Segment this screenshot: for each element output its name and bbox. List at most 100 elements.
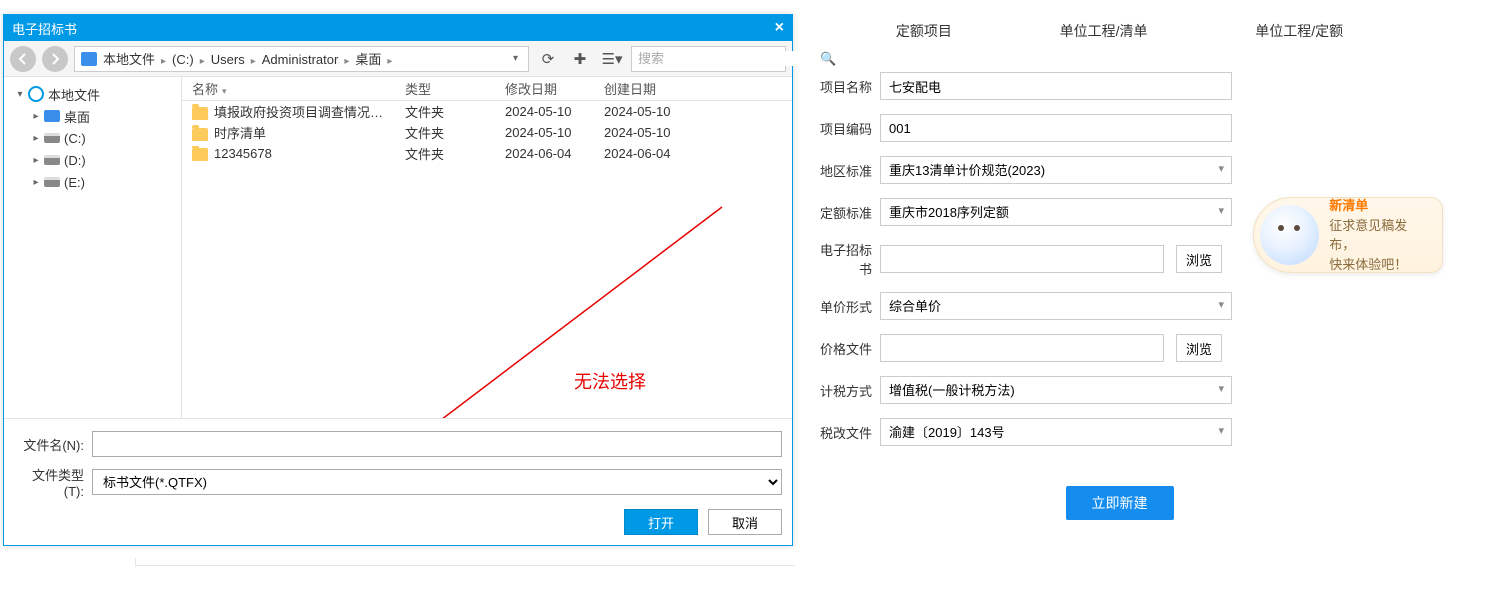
drive-icon bbox=[44, 155, 60, 165]
tree-twisty-icon: ▸ bbox=[30, 155, 42, 166]
filetype-select[interactable]: 标书文件(*.QTFX) bbox=[92, 469, 782, 495]
file-type: 文件夹 bbox=[395, 102, 495, 121]
ebid-input[interactable] bbox=[880, 245, 1164, 273]
tree-twisty-icon: ▸ bbox=[30, 133, 42, 144]
chevron-right-icon: ▸ bbox=[200, 56, 205, 67]
filename-label: 文件名(N): bbox=[14, 435, 92, 454]
refresh-button[interactable]: ⟳ bbox=[535, 46, 561, 72]
price-file-input[interactable] bbox=[880, 334, 1164, 362]
notification-title: 新清单 bbox=[1329, 196, 1432, 216]
arrow-right-icon bbox=[49, 53, 61, 65]
project-name-label: 项目名称 bbox=[812, 77, 880, 96]
notification-body-line1: 征求意见稿发布， bbox=[1329, 216, 1432, 255]
nav-back-button[interactable] bbox=[10, 46, 36, 72]
chevron-right-icon: ▸ bbox=[344, 56, 349, 67]
chevron-right-icon: ▸ bbox=[251, 56, 256, 67]
mascot-avatar-icon bbox=[1260, 205, 1319, 265]
monitor-icon bbox=[44, 110, 60, 122]
create-now-button[interactable]: 立即新建 bbox=[1066, 486, 1174, 520]
breadcrumb-dropdown-icon[interactable]: ▾ bbox=[509, 53, 522, 64]
form-area: 项目名称 项目编码 地区标准 重庆13清单计价规范(2023) 定额标准 重庆市… bbox=[802, 72, 1437, 520]
tree-twisty-icon: ▸ bbox=[30, 177, 42, 188]
price-file-label: 价格文件 bbox=[812, 339, 880, 358]
breadcrumb-segment[interactable]: Administrator bbox=[262, 52, 339, 67]
sort-indicator-icon: ▾ bbox=[222, 86, 227, 96]
file-modified: 2024-05-10 bbox=[495, 125, 594, 140]
notification-body-line2: 快来体验吧！ bbox=[1329, 255, 1432, 275]
price-file-browse-button[interactable]: 浏览 bbox=[1176, 334, 1222, 362]
col-header-created[interactable]: 创建日期 bbox=[594, 79, 694, 98]
list-item[interactable]: 12345678 文件夹 2024-06-04 2024-06-04 bbox=[182, 143, 792, 164]
tree-item[interactable]: ▸ (E:) bbox=[8, 171, 177, 193]
folder-icon bbox=[192, 128, 208, 141]
tab-unit-list[interactable]: 单位工程/清单 bbox=[1060, 15, 1148, 47]
quota-std-select[interactable]: 重庆市2018序列定额 bbox=[880, 198, 1232, 226]
tree-item[interactable]: ▾ 本地文件 bbox=[8, 83, 177, 105]
price-form-select[interactable]: 综合单价 bbox=[880, 292, 1232, 320]
list-header: 名称▾ 类型 修改日期 创建日期 bbox=[182, 77, 792, 101]
region-std-select[interactable]: 重庆13清单计价规范(2023) bbox=[880, 156, 1232, 184]
open-button[interactable]: 打开 bbox=[624, 509, 698, 535]
filename-input[interactable] bbox=[92, 431, 782, 457]
tree-item[interactable]: ▸ (C:) bbox=[8, 127, 177, 149]
tab-unit-quota[interactable]: 单位工程/定额 bbox=[1255, 15, 1343, 47]
project-name-input[interactable] bbox=[880, 72, 1232, 100]
dialog-footer: 文件名(N): 文件类型(T): 标书文件(*.QTFX) 打开 取消 bbox=[4, 418, 792, 545]
tree-twisty-icon: ▾ bbox=[14, 89, 26, 100]
breadcrumb-segment[interactable]: 本地文件 bbox=[103, 49, 155, 68]
ebid-browse-button[interactable]: 浏览 bbox=[1176, 245, 1222, 273]
tax-doc-label: 税改文件 bbox=[812, 423, 880, 442]
list-item[interactable]: 填报政府投资项目调查情况表的... 文件夹 2024-05-10 2024-05… bbox=[182, 101, 792, 122]
nav-forward-button[interactable] bbox=[42, 46, 68, 72]
file-modified: 2024-05-10 bbox=[495, 104, 594, 119]
dialog-toolbar: 本地文件▸(C:)▸Users▸Administrator▸桌面▸ ▾ ⟳ ✚ … bbox=[4, 41, 792, 77]
file-list-panel: 名称▾ 类型 修改日期 创建日期 填报政府投资项目调查情况表的... 文件夹 2… bbox=[182, 77, 792, 418]
tree-item[interactable]: ▸ 桌面 bbox=[8, 105, 177, 127]
file-name: 填报政府投资项目调查情况表的... bbox=[214, 105, 395, 120]
tree-item-label: 本地文件 bbox=[48, 85, 100, 104]
file-created: 2024-05-10 bbox=[594, 104, 694, 119]
new-folder-button[interactable]: ✚ bbox=[567, 46, 593, 72]
file-type: 文件夹 bbox=[395, 144, 495, 163]
tax-method-label: 计税方式 bbox=[812, 381, 880, 400]
notification-text: 新清单 征求意见稿发布， 快来体验吧！ bbox=[1329, 196, 1432, 274]
col-header-modified[interactable]: 修改日期 bbox=[495, 79, 594, 98]
breadcrumb-segment[interactable]: Users bbox=[211, 52, 245, 67]
tab-quota-project[interactable]: 定额项目 bbox=[896, 15, 952, 47]
search-input[interactable] bbox=[632, 51, 820, 66]
region-std-label: 地区标准 bbox=[812, 161, 880, 180]
chevron-right-icon: ▸ bbox=[387, 56, 392, 67]
list-item[interactable]: 时序清单 文件夹 2024-05-10 2024-05-10 bbox=[182, 122, 792, 143]
tabs: 定额项目 单位工程/清单 单位工程/定额 bbox=[802, 0, 1437, 72]
breadcrumb-segment[interactable]: (C:) bbox=[172, 52, 194, 67]
cancel-button[interactable]: 取消 bbox=[708, 509, 782, 535]
view-options-button[interactable]: ☰▾ bbox=[599, 46, 625, 72]
tax-method-select[interactable]: 增值税(一般计税方法) bbox=[880, 376, 1232, 404]
tree-item-label: (C:) bbox=[64, 131, 86, 146]
tree-twisty-icon: ▸ bbox=[30, 111, 42, 122]
ebid-label: 电子招标书 bbox=[812, 240, 880, 278]
tree-item-label: (E:) bbox=[64, 175, 85, 190]
breadcrumb[interactable]: 本地文件 ▸ (C:) ▸ Users ▸ Administrator ▸ 桌面 ▸ ▾ bbox=[74, 46, 529, 72]
file-name: 时序清单 bbox=[214, 126, 266, 141]
quota-std-label: 定额标准 bbox=[812, 203, 880, 222]
col-header-name[interactable]: 名称▾ bbox=[182, 79, 395, 98]
tax-doc-select[interactable]: 渝建〔2019〕143号 bbox=[880, 418, 1232, 446]
arrow-left-icon bbox=[17, 53, 29, 65]
file-created: 2024-06-04 bbox=[594, 146, 694, 161]
file-name: 12345678 bbox=[214, 146, 272, 161]
bg-horizontal-line bbox=[135, 565, 795, 566]
tree-item[interactable]: ▸ (D:) bbox=[8, 149, 177, 171]
computer-icon bbox=[81, 52, 97, 66]
project-form-panel: 定额项目 单位工程/清单 单位工程/定额 项目名称 项目编码 地区标准 重庆13… bbox=[802, 0, 1437, 575]
chevron-right-icon: ▸ bbox=[161, 56, 166, 67]
project-code-input[interactable] bbox=[880, 114, 1232, 142]
new-list-notification[interactable]: 新清单 征求意见稿发布， 快来体验吧！ bbox=[1253, 197, 1443, 273]
col-header-type[interactable]: 类型 bbox=[395, 79, 495, 98]
filetype-label: 文件类型(T): bbox=[14, 465, 92, 499]
dialog-close-button[interactable]: × bbox=[775, 20, 784, 36]
search-icon[interactable]: 🔍 bbox=[820, 51, 836, 67]
folder-icon bbox=[192, 148, 208, 161]
breadcrumb-segment[interactable]: 桌面 bbox=[355, 49, 381, 68]
project-code-label: 项目编码 bbox=[812, 119, 880, 138]
